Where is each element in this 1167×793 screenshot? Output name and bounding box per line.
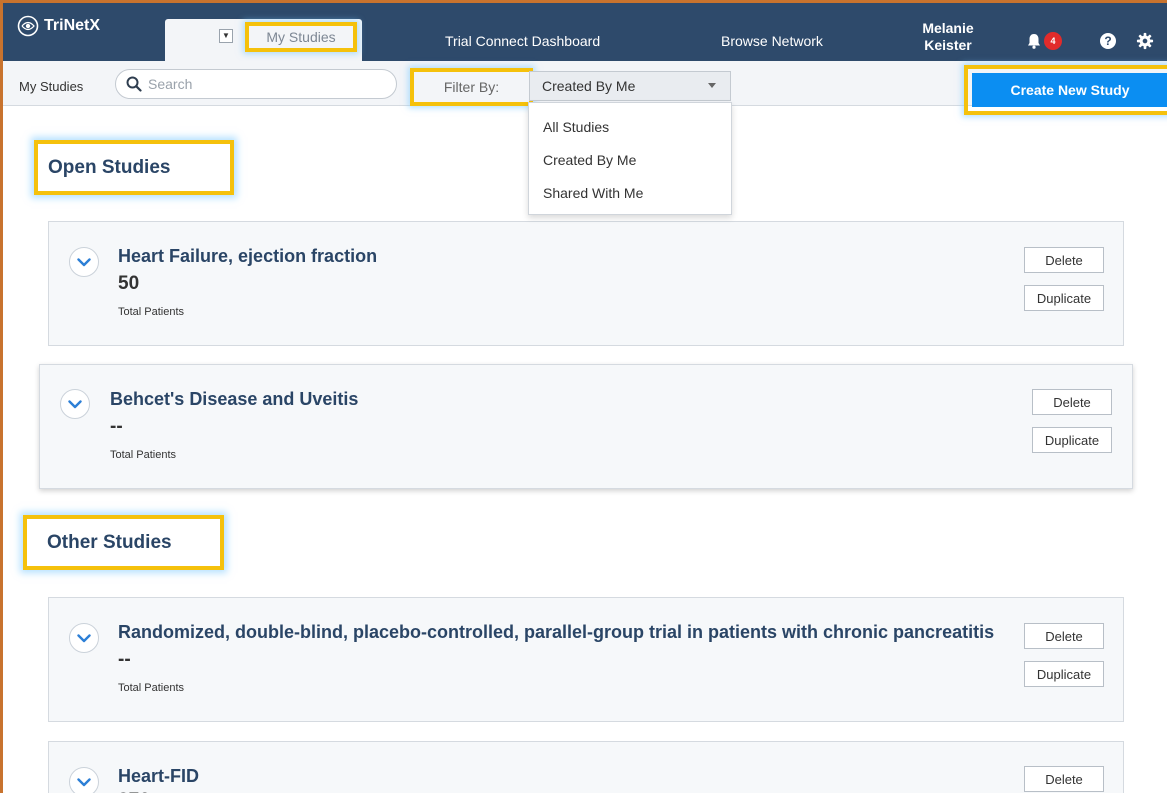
tab-my-studies-label[interactable]: My Studies — [245, 22, 357, 52]
study-card: Heart Failure, ejection fraction 50 Tota… — [48, 221, 1124, 346]
duplicate-button[interactable]: Duplicate — [1024, 661, 1104, 687]
create-new-study-button[interactable]: Create New Study — [972, 73, 1167, 107]
study-patient-count: 50 — [118, 273, 140, 294]
gear-icon[interactable] — [1136, 32, 1154, 50]
search-input[interactable] — [148, 76, 378, 92]
tab-my-studies[interactable]: ▼ My Studies — [165, 19, 362, 61]
chevron-down-icon — [77, 777, 91, 786]
study-title[interactable]: Behcet's Disease and Uveitis — [110, 389, 1000, 410]
chevron-down-icon — [68, 399, 82, 408]
search-icon — [126, 76, 142, 92]
logo[interactable]: TriNetX — [17, 13, 100, 39]
logo-text: TriNetX — [44, 17, 101, 34]
user-menu[interactable]: Melanie Keister — [903, 20, 993, 54]
expand-button[interactable] — [69, 767, 99, 793]
bell-icon[interactable] — [1027, 33, 1041, 49]
delete-button[interactable]: Delete — [1024, 623, 1104, 649]
study-count-label: Total Patients — [118, 682, 185, 694]
study-title[interactable]: Heart-FID — [118, 766, 1008, 787]
chevron-down-icon — [708, 83, 716, 88]
filter-select[interactable]: Created By Me — [529, 71, 731, 101]
notification-badge[interactable]: 4 — [1044, 32, 1062, 50]
tab-dropdown-caret-icon[interactable]: ▼ — [219, 29, 233, 43]
expand-button[interactable] — [69, 623, 99, 653]
study-card: Randomized, double-blind, placebo-contro… — [48, 597, 1124, 722]
search-box[interactable] — [115, 69, 397, 99]
chevron-down-icon — [77, 633, 91, 642]
filter-option-shared-with-me[interactable]: Shared With Me — [529, 177, 731, 210]
chevron-down-icon — [77, 257, 91, 266]
filter-by-label: Filter By: — [410, 68, 533, 106]
expand-button[interactable] — [60, 389, 90, 419]
user-last-name: Keister — [924, 37, 972, 53]
study-card: Behcet's Disease and Uveitis -- Total Pa… — [39, 364, 1133, 489]
delete-button[interactable]: Delete — [1024, 247, 1104, 273]
study-card: Heart-FID 276 Delete — [48, 741, 1124, 793]
study-patient-count: -- — [110, 416, 123, 437]
section-heading-open-studies: Open Studies — [34, 140, 234, 195]
section-heading-other-studies: Other Studies — [23, 515, 224, 570]
delete-button[interactable]: Delete — [1032, 389, 1112, 415]
help-icon[interactable]: ? — [1100, 33, 1116, 49]
duplicate-button[interactable]: Duplicate — [1024, 285, 1104, 311]
study-patient-count: -- — [118, 649, 131, 670]
filter-dropdown-menu: All Studies Created By Me Shared With Me — [528, 102, 732, 215]
toolbar: My Studies Filter By: Created By Me Crea… — [3, 61, 1167, 115]
study-count-label: Total Patients — [110, 449, 177, 461]
filter-option-all-studies[interactable]: All Studies — [529, 111, 731, 144]
top-nav: TriNetX ▼ My Studies Trial Connect Dashb… — [3, 3, 1167, 61]
trinetx-logo-icon — [17, 15, 39, 37]
nav-link-trial-connect-dashboard[interactable]: Trial Connect Dashboard — [445, 33, 600, 49]
user-first-name: Melanie — [922, 20, 974, 36]
nav-link-browse-network[interactable]: Browse Network — [721, 33, 823, 49]
duplicate-button[interactable]: Duplicate — [1032, 427, 1112, 453]
breadcrumb: My Studies — [19, 79, 84, 94]
study-title[interactable]: Heart Failure, ejection fraction — [118, 246, 1008, 267]
expand-button[interactable] — [69, 247, 99, 277]
study-title[interactable]: Randomized, double-blind, placebo-contro… — [118, 622, 1024, 643]
delete-button[interactable]: Delete — [1024, 766, 1104, 792]
filter-select-value: Created By Me — [542, 78, 636, 94]
study-count-label: Total Patients — [118, 306, 185, 318]
create-new-study-highlight: Create New Study — [964, 65, 1167, 115]
filter-option-created-by-me[interactable]: Created By Me — [529, 144, 731, 177]
